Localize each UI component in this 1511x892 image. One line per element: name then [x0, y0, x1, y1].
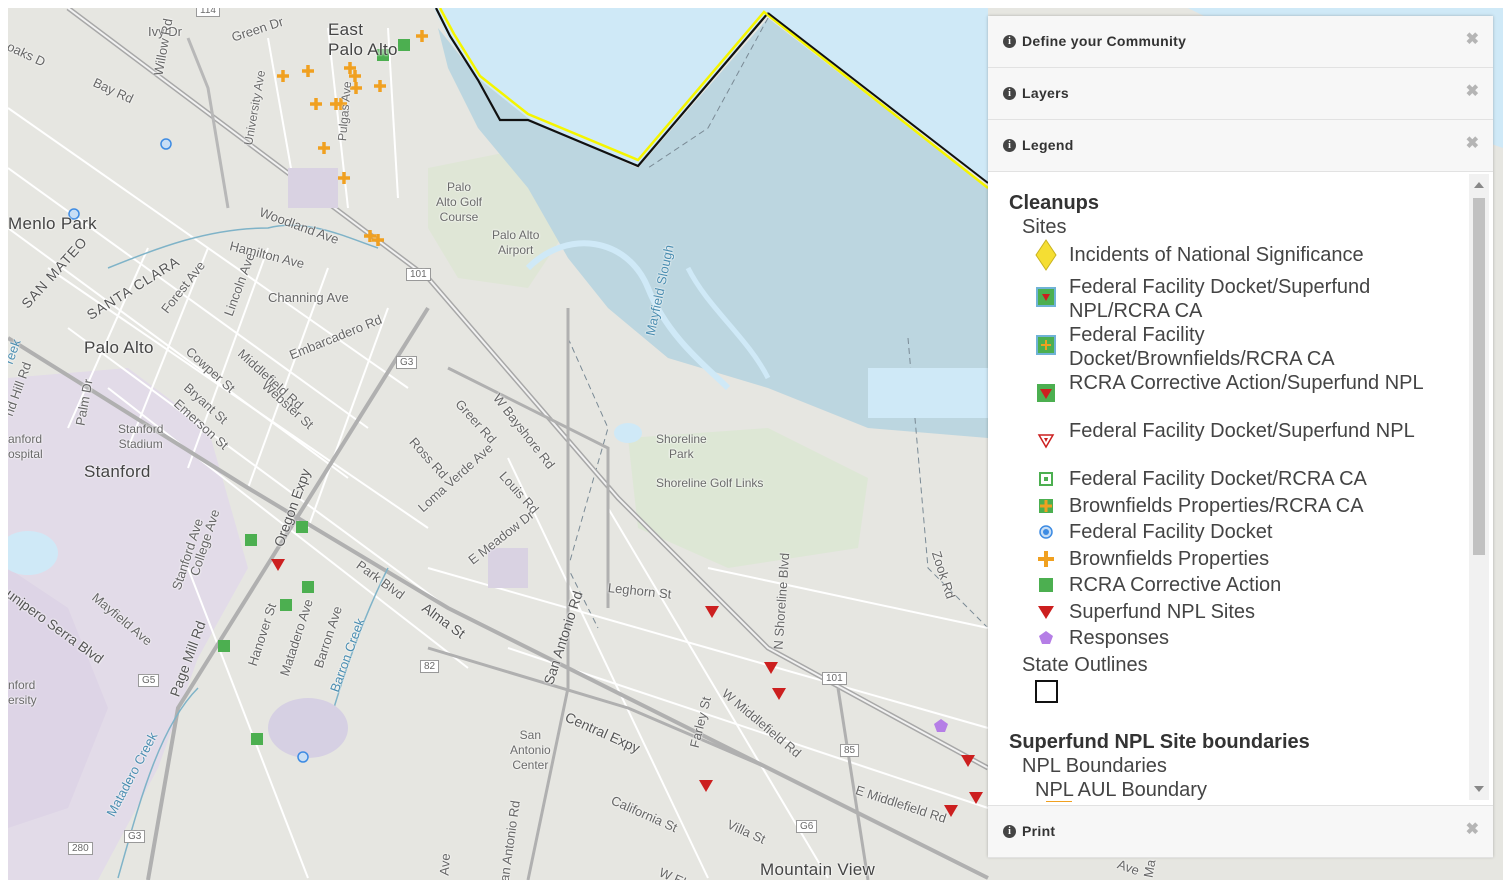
info-icon: i [1003, 87, 1016, 100]
shield-g5: G5 [138, 674, 160, 687]
legend-item-label: Federal Facility Docket/Superfund NPL/RC… [1069, 276, 1371, 322]
label-mountain-view: Mountain View [760, 860, 876, 879]
legend-item-label: Federal Facility Docket/RCRA CA [1069, 468, 1367, 490]
shield-us101-a: 101 [406, 268, 431, 281]
legend-item-label: Federal Facility Docket/Brownfields/RCRA… [1069, 324, 1335, 370]
aul-line-icon [1046, 801, 1072, 802]
shield-g3-a: G3 [396, 356, 418, 369]
shield-us101-b: 101 [822, 672, 847, 685]
legend-item-label: Brownfields Properties/RCRA CA [1069, 495, 1364, 517]
legend-item-label: Federal Facility Docket [1069, 521, 1273, 543]
federal-facility-marker[interactable] [160, 138, 172, 150]
close-icon[interactable]: ✖ [1466, 133, 1479, 153]
institutional-area-3 [268, 698, 348, 758]
rcra-marker[interactable] [398, 39, 410, 51]
shield-85: 85 [840, 744, 860, 757]
green-square-cross-icon [1036, 496, 1056, 521]
legend-sub-npl-aul: NPL AUL Boundary [1035, 779, 1207, 801]
state-outline-icon [1035, 680, 1058, 703]
label-stanford-university: nford ersity [8, 678, 37, 707]
shoreline-lake [614, 423, 642, 443]
label-stanford-hospital: anford ospital [8, 432, 43, 461]
purple-pentagon-icon [1036, 628, 1056, 653]
red-triangle-icon [1036, 602, 1056, 627]
accordion-title: Layers [1022, 85, 1069, 101]
shield-g6: G6 [796, 820, 818, 833]
accordion-print[interactable]: i Print ✖ [988, 805, 1493, 858]
label-shoreline-golf: Shoreline Golf Links [656, 476, 764, 490]
institutional-area [288, 168, 338, 208]
rcra-marker[interactable] [245, 534, 257, 546]
diamond-icon [1035, 239, 1057, 276]
legend-item-label: Responses [1069, 627, 1170, 649]
close-icon[interactable]: ✖ [1466, 819, 1479, 839]
rcra-marker[interactable] [218, 640, 230, 652]
shield-280: 280 [68, 842, 93, 855]
info-icon: i [1003, 825, 1016, 838]
federal-facility-marker[interactable] [297, 751, 309, 763]
scroll-down-icon[interactable] [1474, 786, 1484, 792]
rcra-marker[interactable] [296, 521, 308, 533]
shield-114: 114 [196, 8, 220, 17]
scroll-up-icon[interactable] [1474, 182, 1484, 188]
legend-item-label: Federal Facility Docket/Superfund NPL [1069, 420, 1415, 442]
legend-heading-npl: Superfund NPL Site boundaries [1009, 731, 1310, 753]
legend-item-label: Superfund NPL Sites [1069, 601, 1256, 623]
label-stanford-stadium: Stanford Stadium [118, 422, 164, 451]
legend-item-label: RCRA Corrective Action [1069, 574, 1282, 596]
blue-circle-icon [1036, 522, 1056, 547]
label-east-palo-alto: East Palo Alto [328, 20, 398, 59]
accordion-title: Define your Community [1022, 33, 1187, 49]
rcra-marker[interactable] [302, 581, 314, 593]
side-panel: i Define your Community ✖ i Layers ✖ i L… [988, 16, 1493, 858]
label-stanford: Stanford [84, 462, 151, 481]
close-icon[interactable]: ✖ [1466, 81, 1479, 101]
accordion-title: Legend [1022, 137, 1074, 153]
rcra-marker[interactable] [251, 733, 263, 745]
accordion-layers[interactable]: i Layers ✖ [988, 68, 1493, 120]
hollow-red-triangle-icon [1036, 431, 1056, 456]
label-palo-alto: Palo Alto [84, 338, 154, 357]
pond [868, 368, 988, 418]
green-square-icon [1036, 575, 1056, 600]
label-menlo-park: Menlo Park [8, 214, 97, 233]
accordion-define-community[interactable]: i Define your Community ✖ [988, 16, 1493, 68]
green-red-triangle-icon [1036, 383, 1056, 408]
legend-item-label: Brownfields Properties [1069, 548, 1270, 570]
legend-heading-cleanups: Cleanups [1009, 192, 1100, 214]
shield-g3-b: G3 [124, 830, 146, 843]
legend-sub-npl-boundaries: NPL Boundaries [1022, 755, 1167, 777]
shield-82: 82 [420, 660, 440, 673]
label-ave-bottom: Ave [436, 852, 454, 877]
legend-content[interactable]: Cleanups Sites Incidents of National Sig… [988, 172, 1493, 802]
legend-item-label: RCRA Corrective Action/Superfund NPL [1069, 372, 1424, 394]
legend-sub-state-outlines: State Outlines [1022, 654, 1148, 676]
legend-scrollbar[interactable] [1469, 174, 1489, 800]
green-square-red-triangle-icon [1036, 287, 1056, 312]
info-icon: i [1003, 35, 1016, 48]
orange-cross-icon [1036, 549, 1056, 574]
accordion-title: Print [1022, 823, 1056, 839]
label-channing-ave: Channing Ave [268, 290, 349, 305]
label-san-antonio-center: San Antonio Center [510, 728, 551, 772]
scroll-thumb[interactable] [1473, 198, 1485, 555]
info-icon: i [1003, 139, 1016, 152]
label-palo-alto-airport: Palo Alto Airport [492, 228, 540, 257]
institutional-area-2 [488, 548, 528, 588]
label-shoreline-park: Shoreline Park [656, 432, 707, 461]
label-ma: Ma [1140, 858, 1159, 879]
legend-sub-sites: Sites [1022, 216, 1067, 238]
label-palo-alto-golf: Palo Alto Golf Course [436, 180, 483, 224]
hollow-green-square-icon [1036, 469, 1056, 494]
rcra-marker[interactable] [280, 599, 292, 611]
accordion-legend[interactable]: i Legend ✖ [988, 120, 1493, 172]
close-icon[interactable]: ✖ [1466, 29, 1479, 49]
green-square-orange-cross-icon [1036, 335, 1056, 360]
legend-item-label: Incidents of National Significance [1069, 244, 1364, 266]
